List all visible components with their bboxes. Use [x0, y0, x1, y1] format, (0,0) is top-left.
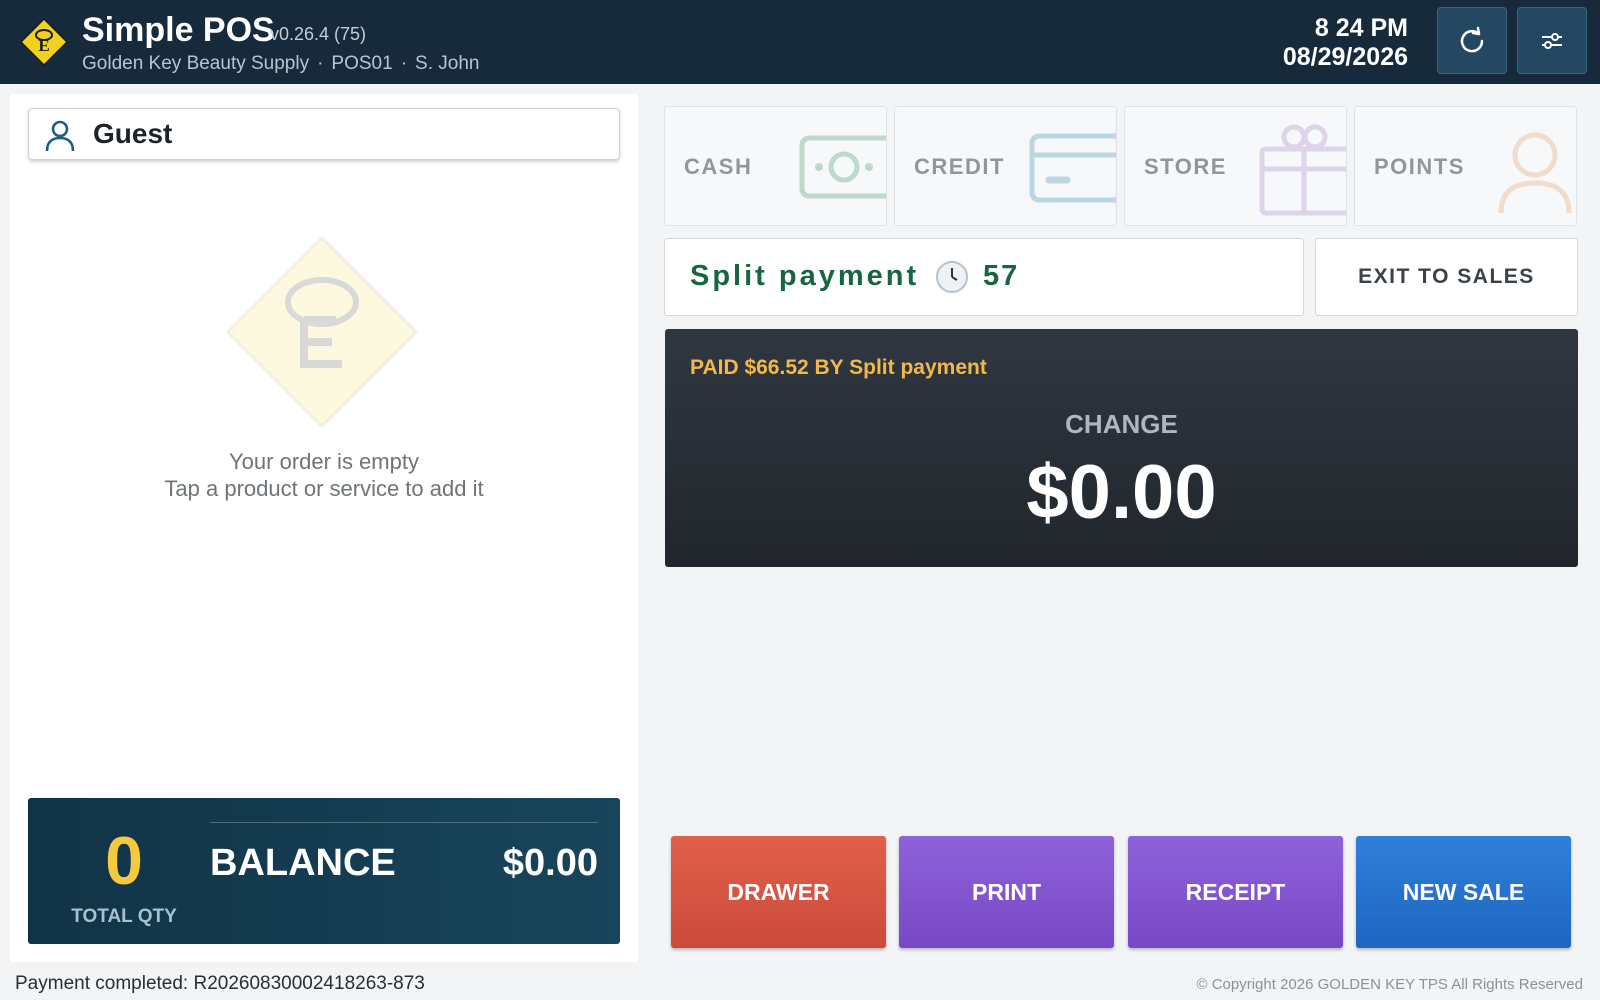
app-title: Simple POS [82, 11, 275, 49]
tender-credit-button[interactable]: CREDIT [894, 106, 1117, 226]
change-label: CHANGE [1065, 409, 1178, 439]
tender-label: CASH [684, 154, 753, 179]
total-qty-label: TOTAL QTY [71, 906, 177, 927]
clock-time: 8 24 PM [1314, 14, 1408, 42]
exit-to-sales-button[interactable]: EXIT TO SALES [1315, 238, 1578, 316]
balance-value: $0.00 [502, 842, 598, 884]
totals-divider [210, 822, 598, 823]
tender-points-button[interactable]: POINTS [1354, 106, 1577, 226]
person-icon [1498, 132, 1572, 214]
settings-button[interactable] [1517, 7, 1587, 74]
store-info: Golden Key Beauty Supply · POS01 · S. John [82, 53, 479, 75]
app-header: E Simple POS v0.26.4 (75) Golden Key Bea… [0, 0, 1600, 84]
order-panel: Guest Your order is empty Tap a product … [10, 94, 638, 962]
sliders-icon [1542, 32, 1562, 49]
refresh-button[interactable] [1437, 7, 1507, 74]
countdown-value: 57 [983, 260, 1020, 292]
register-id: POS01 [331, 53, 393, 74]
copyright-notice: © Copyright 2026 GOLDEN KEY TPS All Righ… [1196, 976, 1583, 993]
customer-name: Guest [93, 118, 173, 149]
new-sale-button[interactable]: NEW SALE [1356, 836, 1571, 948]
refresh-icon [1460, 26, 1484, 52]
empty-order-message: Your order is empty [229, 449, 419, 474]
store-name: Golden Key Beauty Supply [82, 53, 310, 74]
print-button[interactable]: PRINT [899, 836, 1114, 948]
credit-card-icon [1029, 133, 1116, 203]
person-icon [45, 120, 75, 152]
empty-order-hint: Tap a product or service to add it [164, 476, 484, 501]
cashier-name: S. John [415, 53, 480, 74]
tender-label: CREDIT [914, 154, 1005, 179]
split-payment-label: Split payment [690, 260, 920, 292]
logo-letter: E [38, 36, 49, 55]
tender-cash-button[interactable]: CASH [664, 106, 887, 226]
change-value: $0.00 [1026, 450, 1217, 535]
golden-key-logo: E [20, 18, 68, 66]
drawer-button[interactable]: DRAWER [671, 836, 886, 948]
receipt-button[interactable]: RECEIPT [1128, 836, 1343, 948]
clock-icon [936, 261, 968, 293]
customer-selector[interactable]: Guest [28, 108, 620, 160]
separator-dot: · [317, 53, 324, 74]
order-totals: 0 TOTAL QTY BALANCE $0.00 [28, 798, 620, 944]
clock-date: 08/29/2026 [1282, 43, 1408, 71]
total-qty-value: 0 [105, 823, 143, 899]
split-payment-indicator: Split payment 57 [664, 238, 1304, 316]
tender-store-button[interactable]: STORE [1124, 106, 1347, 226]
separator-dot: · [400, 53, 408, 74]
gift-icon [1259, 124, 1346, 216]
change-panel: PAID $66.52 BY Split payment CHANGE $0.0… [665, 329, 1578, 567]
status-message: Payment completed: R20260830002418263-87… [15, 973, 425, 994]
paid-summary: PAID $66.52 BY Split payment [690, 356, 987, 379]
tender-label: POINTS [1374, 154, 1465, 179]
tender-label: STORE [1144, 154, 1227, 179]
balance-label: BALANCE [210, 842, 396, 884]
logo-watermark [225, 235, 419, 429]
app-version: v0.26.4 (75) [270, 24, 367, 44]
cash-icon [799, 135, 886, 199]
